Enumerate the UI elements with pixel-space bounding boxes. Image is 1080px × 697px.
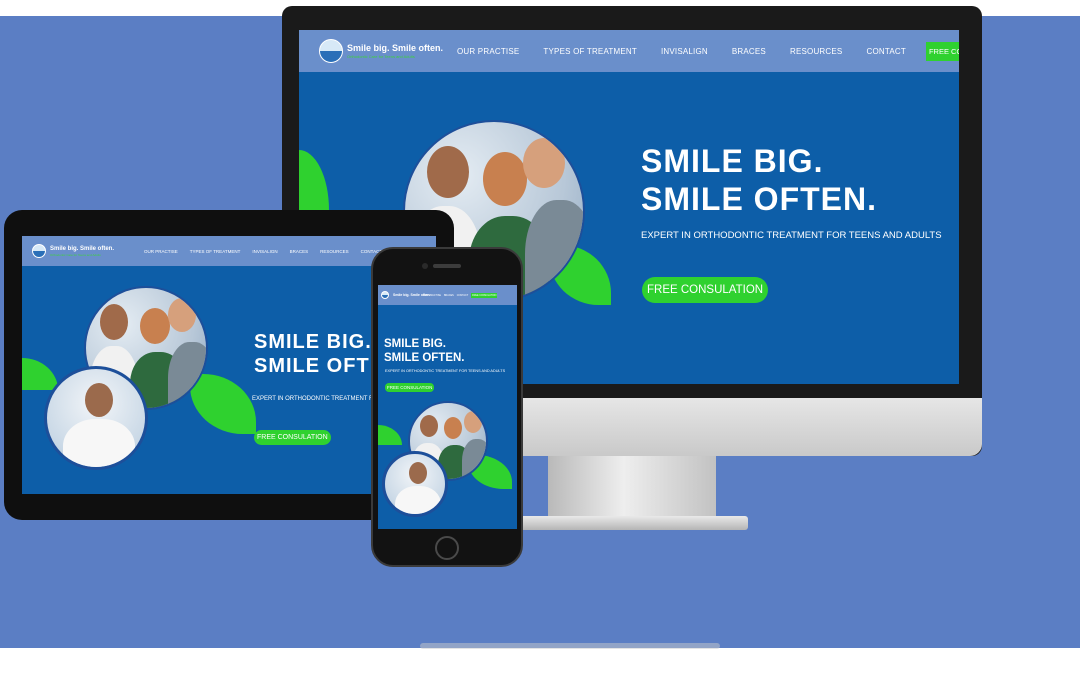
mockup-stage: Smile big. Smile often. Orthodontic Care… (0, 0, 1080, 697)
tablet-logo-title: Smile big. Smile often. (50, 245, 115, 252)
smile-globe-icon (381, 291, 389, 299)
desktop-nav-bar: Smile big. Smile often. Orthodontic Care… (299, 30, 959, 72)
nav-free-consulation-button[interactable]: FREE CONSULATION (925, 41, 959, 61)
tablet-hero-title-line2: SMILE OFT (254, 355, 370, 377)
hero-title-line1: SMILE BIG. (641, 143, 824, 179)
tablet-nav-our-practise[interactable]: OUR PRACTISE (144, 249, 178, 254)
tablet-hero-title: SMILE BIG. SMILE OFT (254, 330, 372, 378)
tablet-nav-invisalign[interactable]: INVISALIGN (252, 249, 277, 254)
phone-nav-our-practise[interactable]: OUR PRACTISE (423, 294, 441, 297)
green-leaf-decoration (22, 358, 58, 390)
smile-globe-icon (32, 244, 46, 258)
phone-speaker (433, 264, 461, 268)
tablet-nav-types-of-treatment[interactable]: TYPES OF TREATMENT (190, 249, 241, 254)
tablet-hero-title-line1: SMILE BIG. (254, 331, 372, 353)
phone-site-logo[interactable]: Smile big. Smile often. (381, 291, 430, 299)
green-leaf-decoration (299, 150, 329, 210)
phone-screen: Smile big. Smile often. OUR PRACTISE BRA… (378, 285, 517, 529)
tablet-orthodontist-photo (44, 366, 148, 470)
phone-orthodontist-photo (382, 451, 448, 517)
phone-hero-title-line2: SMILE OFTEN. (384, 352, 465, 364)
monitor-stand-neck (548, 455, 716, 523)
nav-invisalign[interactable]: INVISALIGN (661, 47, 708, 56)
site-logo[interactable]: Smile big. Smile often. Orthodontic Care… (319, 39, 443, 63)
tablet-site-logo[interactable]: Smile big. Smile often. Orthodontic Care… (32, 244, 132, 258)
phone-nav-free-consulation-button[interactable]: FREE CONSULATION (471, 292, 498, 298)
logo-subtitle: Orthodontic Care for Teens and Adults (347, 54, 415, 59)
smile-globe-icon (319, 39, 343, 63)
hero-subtitle: EXPERT IN ORTHODONTIC TREATMENT FOR TEEN… (641, 230, 942, 241)
floor-shadow (420, 643, 720, 649)
green-leaf-decoration (378, 425, 402, 445)
logo-title: Smile big. Smile often. (347, 43, 444, 53)
hero-title: SMILE BIG. SMILE OFTEN. (641, 142, 877, 218)
hero-title-line2: SMILE OFTEN. (641, 181, 877, 217)
phone-nav-braces[interactable]: BRACES (444, 294, 454, 297)
tablet-hero-subtitle: EXPERT IN ORTHODONTIC TREATMENT FOR T (252, 396, 387, 402)
nav-resources[interactable]: RESOURCES (790, 47, 842, 56)
monitor-stand-foot (520, 516, 748, 530)
nav-our-practise[interactable]: OUR PRACTISE (457, 47, 519, 56)
phone-hero-subtitle: EXPERT IN ORTHODONTIC TREATMENT FOR TEEN… (385, 369, 506, 373)
phone-camera (422, 263, 428, 269)
tablet-free-consulation-button[interactable]: FREE CONSULATION (254, 430, 331, 445)
tablet-nav-resources[interactable]: RESOURCES (320, 249, 349, 254)
nav-contact[interactable]: CONTACT (866, 47, 905, 56)
tablet-logo-subtitle: Orthodontic Care for Teens and Adults (50, 252, 101, 257)
tablet-nav-braces[interactable]: BRACES (290, 249, 309, 254)
hero-free-consulation-button[interactable]: FREE CONSULATION (642, 277, 769, 303)
phone-hero-title: SMILE BIG. SMILE OFTEN. (384, 337, 465, 365)
phone-hero-title-line1: SMILE BIG. (384, 338, 446, 350)
phone-nav-bar: Smile big. Smile often. OUR PRACTISE BRA… (378, 285, 517, 305)
phone-nav-contact[interactable]: CONTACT (457, 294, 468, 297)
phone-free-consulation-button[interactable]: FREE CONSULATION (385, 383, 435, 392)
phone-home-button[interactable] (435, 536, 459, 560)
nav-braces[interactable]: BRACES (732, 47, 766, 56)
nav-types-of-treatment[interactable]: TYPES OF TREATMENT (543, 47, 637, 56)
